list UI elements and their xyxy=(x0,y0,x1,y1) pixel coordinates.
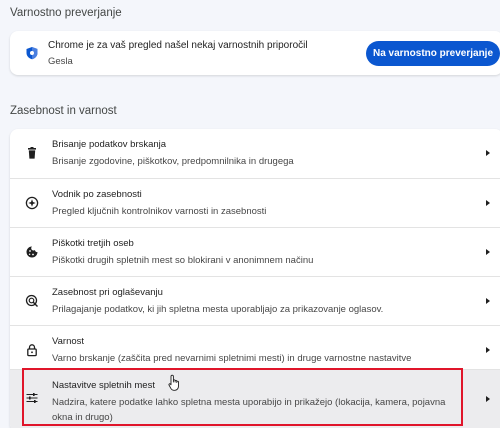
ad-privacy-icon xyxy=(25,294,39,308)
row-title: Piškotki tretjih oseb xyxy=(52,238,134,249)
row-title: Varnost xyxy=(52,336,85,347)
security-row[interactable]: Varnost Varno brskanje (zaščita pred nev… xyxy=(10,325,500,369)
privacy-guide-row[interactable]: Vodnik po zasebnosti Pregled ključnih ko… xyxy=(10,178,500,227)
lock-icon xyxy=(25,343,39,357)
trash-icon xyxy=(25,146,39,160)
third-party-cookies-row[interactable]: Piškotki tretjih oseb Piškotki drugih sp… xyxy=(10,227,500,276)
row-subtitle: Nadzira, katere podatke lahko spletna me… xyxy=(52,397,446,423)
clear-browsing-data-row[interactable]: Brisanje podatkov brskanja Brisanje zgod… xyxy=(10,129,500,178)
row-title: Nastavitve spletnih mest xyxy=(52,380,155,391)
row-title: Vodnik po zasebnosti xyxy=(52,189,142,200)
ad-privacy-row[interactable]: Zasebnost pri oglaševanju Prilagajanje p… xyxy=(10,276,500,325)
site-settings-row[interactable]: Nastavitve spletnih mest Nadzira, katere… xyxy=(10,369,500,428)
safety-check-subtitle: Gesla xyxy=(48,56,73,67)
privacy-card: Brisanje podatkov brskanja Brisanje zgod… xyxy=(10,129,500,428)
shield-icon xyxy=(25,46,39,60)
row-subtitle: Brisanje zgodovine, piškotkov, predpomni… xyxy=(52,156,294,167)
chevron-right-icon xyxy=(486,249,490,255)
row-title: Zasebnost pri oglaševanju xyxy=(52,287,163,298)
chevron-right-icon xyxy=(486,200,490,206)
cookie-icon xyxy=(25,245,39,259)
row-title: Brisanje podatkov brskanja xyxy=(52,139,167,150)
row-subtitle: Pregled ključnih kontrolnikov varnosti i… xyxy=(52,206,267,217)
chevron-right-icon xyxy=(486,150,490,156)
safety-check-card: Chrome je za vaš pregled našel nekaj var… xyxy=(10,31,500,75)
go-to-safety-check-button[interactable]: Na varnostno preverjanje xyxy=(366,41,500,66)
compass-icon xyxy=(25,196,39,210)
privacy-section-title: Zasebnost in varnost xyxy=(10,105,117,117)
safety-check-section-title: Varnostno preverjanje xyxy=(10,7,122,19)
row-subtitle: Varno brskanje (zaščita pred nevarnimi s… xyxy=(52,353,412,364)
safety-check-title: Chrome je za vaš pregled našel nekaj var… xyxy=(48,40,308,51)
chevron-right-icon xyxy=(486,347,490,353)
sliders-icon xyxy=(25,391,39,405)
chevron-right-icon xyxy=(486,396,490,402)
hand-pointer-cursor-icon xyxy=(168,374,182,392)
row-subtitle: Prilagajanje podatkov, ki jih spletna me… xyxy=(52,304,384,315)
chevron-right-icon xyxy=(486,298,490,304)
row-subtitle: Piškotki drugih spletnih mest so blokira… xyxy=(52,255,314,266)
